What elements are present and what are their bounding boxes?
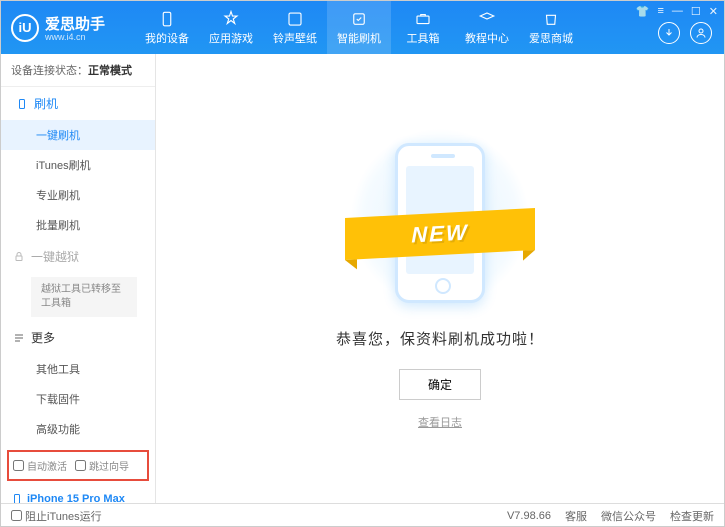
auto-activate-checkbox[interactable]	[13, 460, 24, 471]
close-icon[interactable]: ✕	[709, 5, 718, 18]
nav-label: 爱思商城	[529, 30, 573, 46]
block-itunes-checkbox[interactable]	[11, 510, 22, 521]
skin-icon[interactable]: 👕	[636, 5, 650, 18]
checkbox-label: 自动激活	[27, 458, 67, 473]
phone-icon	[16, 98, 28, 110]
nav-label: 我的设备	[145, 30, 189, 46]
status-label: 设备连接状态：	[11, 65, 88, 77]
user-icon[interactable]	[690, 22, 712, 44]
skip-setup-option[interactable]: 跳过向导	[75, 458, 129, 473]
main-content: NEW 恭喜您，保资料刷机成功啦！ 确定 查看日志	[156, 54, 724, 503]
sidebar-item-itunes-flash[interactable]: iTunes刷机	[1, 150, 155, 180]
menu-icon[interactable]: ≡	[657, 5, 663, 18]
logo-icon: iU	[11, 14, 39, 42]
device-name-text: iPhone 15 Pro Max	[27, 493, 125, 503]
ok-button[interactable]: 确定	[399, 369, 481, 400]
jailbreak-note: 越狱工具已转移至工具箱	[31, 277, 137, 317]
customer-service-link[interactable]: 客服	[565, 508, 587, 524]
section-jailbreak: 一键越狱	[1, 240, 155, 273]
block-itunes-option[interactable]: 阻止iTunes运行	[11, 508, 102, 524]
device-info: iPhone 15 Pro Max 512GB iPhone	[1, 487, 155, 503]
nav-smart-flash[interactable]: 智能刷机	[327, 1, 391, 54]
sidebar-item-pro-flash[interactable]: 专业刷机	[1, 180, 155, 210]
nav-toolbox[interactable]: 工具箱	[391, 1, 455, 54]
minimize-icon[interactable]: —	[672, 5, 683, 18]
block-itunes-label: 阻止iTunes运行	[25, 508, 102, 524]
device-name[interactable]: iPhone 15 Pro Max	[11, 493, 145, 503]
section-label: 刷机	[34, 95, 58, 112]
wallpaper-icon	[286, 10, 304, 28]
device-small-icon	[11, 493, 23, 503]
nav-label: 智能刷机	[337, 30, 381, 46]
apps-icon	[222, 10, 240, 28]
logo-area: iU 爱思助手 www.i4.cn	[1, 13, 115, 42]
download-icon[interactable]	[658, 22, 680, 44]
sidebar: 设备连接状态：正常模式 刷机 一键刷机 iTunes刷机 专业刷机 批量刷机 一…	[1, 54, 156, 503]
flash-options-highlighted: 自动激活 跳过向导	[7, 450, 149, 481]
wechat-link[interactable]: 微信公众号	[601, 508, 656, 524]
sidebar-item-advanced[interactable]: 高级功能	[1, 414, 155, 444]
nav-ringtones[interactable]: 铃声壁纸	[263, 1, 327, 54]
nav-tutorials[interactable]: 教程中心	[455, 1, 519, 54]
view-log-link[interactable]: 查看日志	[418, 414, 462, 430]
nav-label: 教程中心	[465, 30, 509, 46]
footer: 阻止iTunes运行 V7.98.66 客服 微信公众号 检查更新	[1, 503, 724, 527]
sidebar-item-oneclick-flash[interactable]: 一键刷机	[1, 120, 155, 150]
status-value: 正常模式	[88, 65, 132, 77]
nav-label: 铃声壁纸	[273, 30, 317, 46]
section-label: 一键越狱	[31, 248, 79, 265]
auto-activate-option[interactable]: 自动激活	[13, 458, 67, 473]
nav-my-device[interactable]: 我的设备	[135, 1, 199, 54]
app-header: iU 爱思助手 www.i4.cn 我的设备 应用游戏 铃声壁纸 智能刷机 工具…	[1, 1, 724, 54]
toolbox-icon	[414, 10, 432, 28]
list-icon	[13, 332, 25, 344]
version-label: V7.98.66	[507, 510, 551, 522]
success-illustration: NEW	[340, 128, 540, 308]
section-label: 更多	[31, 329, 55, 346]
app-name: 爱思助手	[45, 13, 105, 34]
app-url: www.i4.cn	[45, 32, 105, 42]
nav-label: 工具箱	[407, 30, 440, 46]
header-actions	[658, 22, 712, 44]
window-controls: 👕 ≡ — ☐ ✕	[636, 5, 718, 18]
connection-status: 设备连接状态：正常模式	[1, 54, 155, 87]
lock-icon	[13, 251, 25, 263]
device-icon	[158, 10, 176, 28]
main-nav: 我的设备 应用游戏 铃声壁纸 智能刷机 工具箱 教程中心 爱思商城	[135, 1, 583, 54]
skip-setup-checkbox[interactable]	[75, 460, 86, 471]
sidebar-item-other-tools[interactable]: 其他工具	[1, 354, 155, 384]
success-message: 恭喜您，保资料刷机成功啦！	[336, 328, 544, 349]
sidebar-item-batch-flash[interactable]: 批量刷机	[1, 210, 155, 240]
tutorial-icon	[478, 10, 496, 28]
flash-icon	[350, 10, 368, 28]
store-icon	[542, 10, 560, 28]
maximize-icon[interactable]: ☐	[691, 5, 701, 18]
nav-label: 应用游戏	[209, 30, 253, 46]
section-flash[interactable]: 刷机	[1, 87, 155, 120]
check-update-link[interactable]: 检查更新	[670, 508, 714, 524]
nav-apps[interactable]: 应用游戏	[199, 1, 263, 54]
section-more[interactable]: 更多	[1, 321, 155, 354]
nav-store[interactable]: 爱思商城	[519, 1, 583, 54]
sidebar-item-download-fw[interactable]: 下载固件	[1, 384, 155, 414]
checkbox-label: 跳过向导	[89, 458, 129, 473]
